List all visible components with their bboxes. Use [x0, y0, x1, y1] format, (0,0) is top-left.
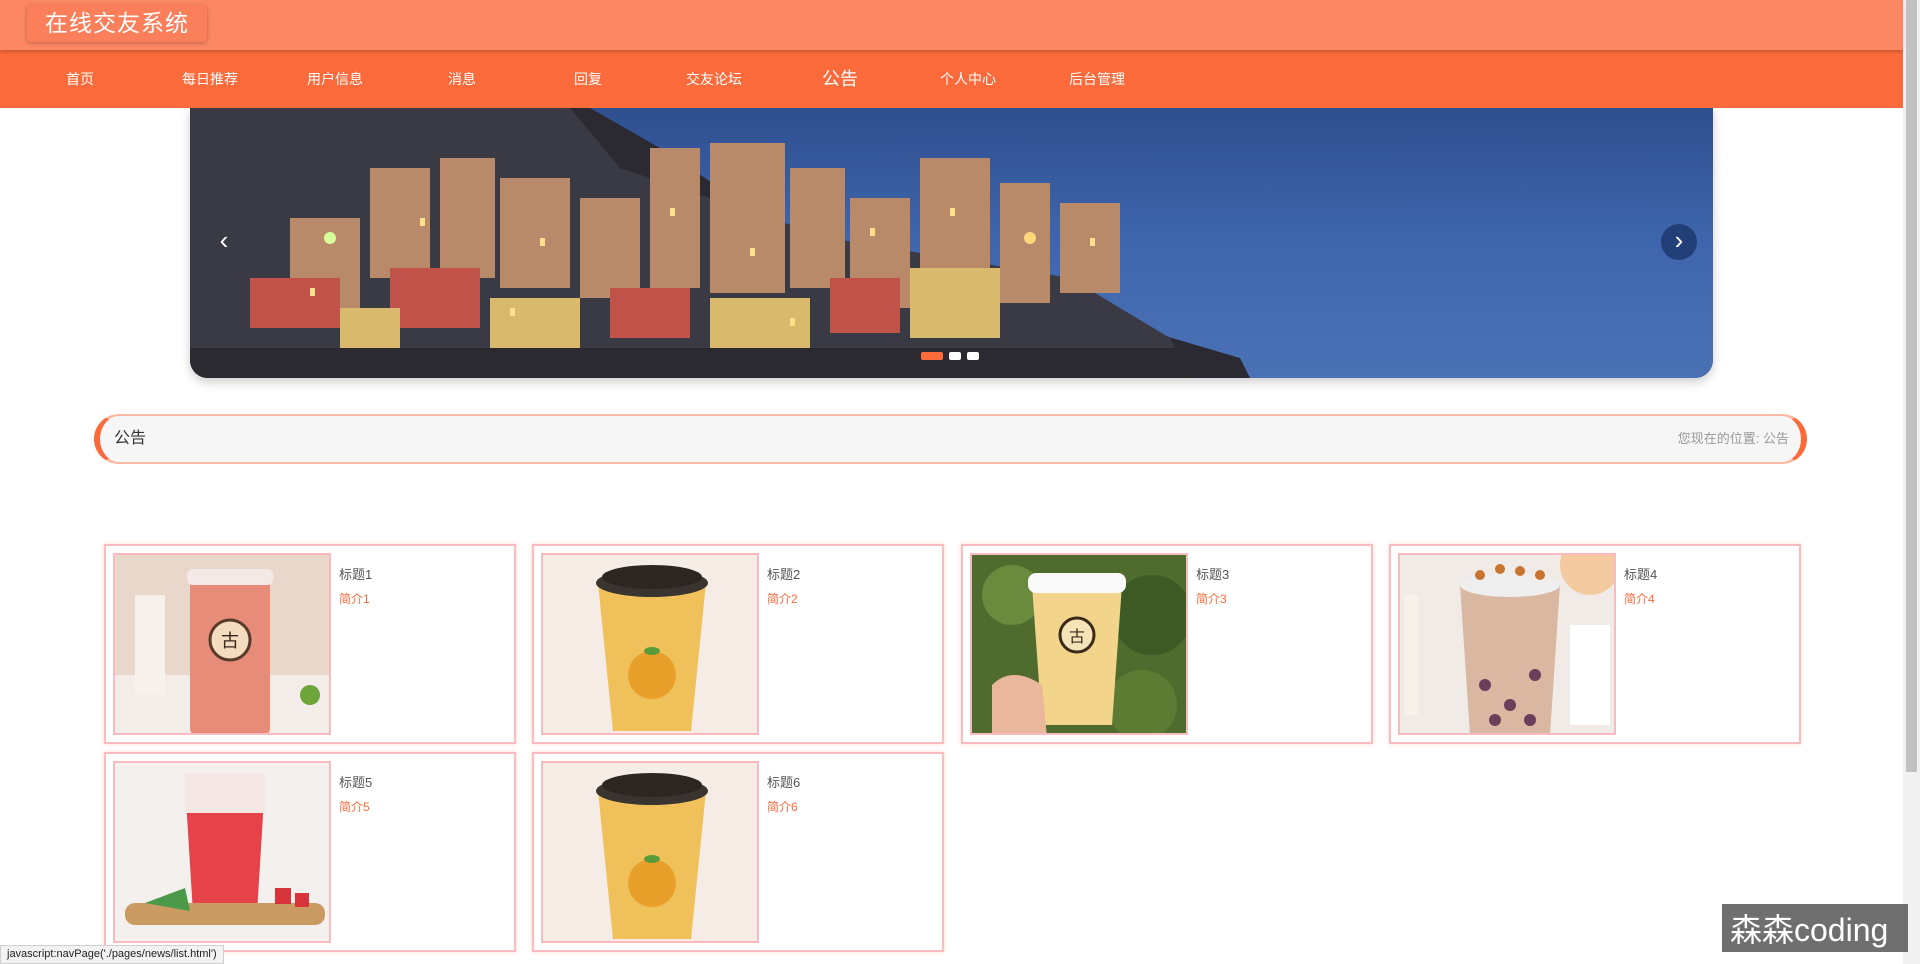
- card-intro: 简介6: [767, 800, 798, 814]
- news-thumbnail[interactable]: 古: [113, 553, 331, 735]
- nav-item-user-info[interactable]: 用户信息: [280, 50, 390, 108]
- card-intro: 简介1: [339, 592, 370, 606]
- top-header: 在线交友系统: [0, 0, 1903, 50]
- card-intro: 简介4: [1624, 592, 1655, 606]
- news-thumbnail[interactable]: [541, 553, 759, 735]
- card-title[interactable]: 标题6: [767, 772, 800, 791]
- main-nav: 首页 每日推荐 用户信息 消息 回复 交友论坛 公告 个人中心 后台管理: [0, 50, 1903, 108]
- breadcrumb: 您现在的位置: 公告: [1678, 416, 1789, 462]
- card-title[interactable]: 标题3: [1196, 564, 1229, 583]
- banner-slide-image: [190, 108, 1713, 378]
- news-thumbnail[interactable]: [1398, 553, 1616, 735]
- nav-item-announcements[interactable]: 公告: [785, 50, 895, 108]
- card-title[interactable]: 标题4: [1624, 564, 1657, 583]
- svg-text:古: 古: [1069, 627, 1085, 646]
- nav-item-forum[interactable]: 交友论坛: [659, 50, 769, 108]
- news-card[interactable]: 古 标题1 简介1: [104, 544, 516, 744]
- news-thumbnail[interactable]: [541, 761, 759, 943]
- carousel-dot[interactable]: [949, 352, 961, 360]
- news-thumbnail[interactable]: [113, 761, 331, 943]
- nav-item-replies[interactable]: 回复: [533, 50, 643, 108]
- nav-item-messages[interactable]: 消息: [407, 50, 517, 108]
- nav-item-personal-center[interactable]: 个人中心: [913, 50, 1023, 108]
- news-card[interactable]: 标题6 简介6: [532, 752, 944, 952]
- nav-item-home[interactable]: 首页: [25, 50, 135, 108]
- card-intro: 简介5: [339, 800, 370, 814]
- news-card[interactable]: 标题5 简介5: [104, 752, 516, 952]
- page-scrollbar[interactable]: [1903, 0, 1920, 964]
- app-title: 在线交友系统: [27, 5, 207, 42]
- card-intro: 简介2: [767, 592, 798, 606]
- breadcrumb-label: 您现在的位置:: [1677, 431, 1760, 446]
- carousel-dot[interactable]: [921, 352, 943, 360]
- page-title: 公告: [114, 430, 147, 447]
- watermark: 森森coding: [1722, 904, 1908, 952]
- nav-item-admin[interactable]: 后台管理: [1042, 50, 1152, 108]
- card-title[interactable]: 标题2: [767, 564, 800, 583]
- news-card[interactable]: 标题4 简介4: [1389, 544, 1801, 744]
- news-card[interactable]: 标题2 简介2: [532, 544, 944, 744]
- carousel-prev-button[interactable]: ‹: [206, 224, 242, 260]
- banner-carousel[interactable]: ‹ ›: [190, 108, 1713, 378]
- browser-status-bar: javascript:navPage('./pages/news/list.ht…: [0, 945, 224, 964]
- card-title[interactable]: 标题5: [339, 772, 372, 791]
- news-card[interactable]: 古 标题3 简介3: [961, 544, 1373, 744]
- card-title[interactable]: 标题1: [339, 564, 372, 583]
- news-thumbnail[interactable]: 古: [970, 553, 1188, 735]
- carousel-dot[interactable]: [967, 352, 979, 360]
- breadcrumb-bar: 公告 您现在的位置: 公告: [94, 414, 1807, 464]
- scrollbar-thumb[interactable]: [1906, 0, 1917, 772]
- svg-text:古: 古: [221, 631, 239, 652]
- card-intro: 简介3: [1196, 592, 1227, 606]
- carousel-next-button[interactable]: ›: [1661, 224, 1697, 260]
- nav-item-daily-recommend[interactable]: 每日推荐: [155, 50, 265, 108]
- breadcrumb-current[interactable]: 公告: [1763, 431, 1789, 446]
- carousel-indicators: [921, 352, 979, 360]
